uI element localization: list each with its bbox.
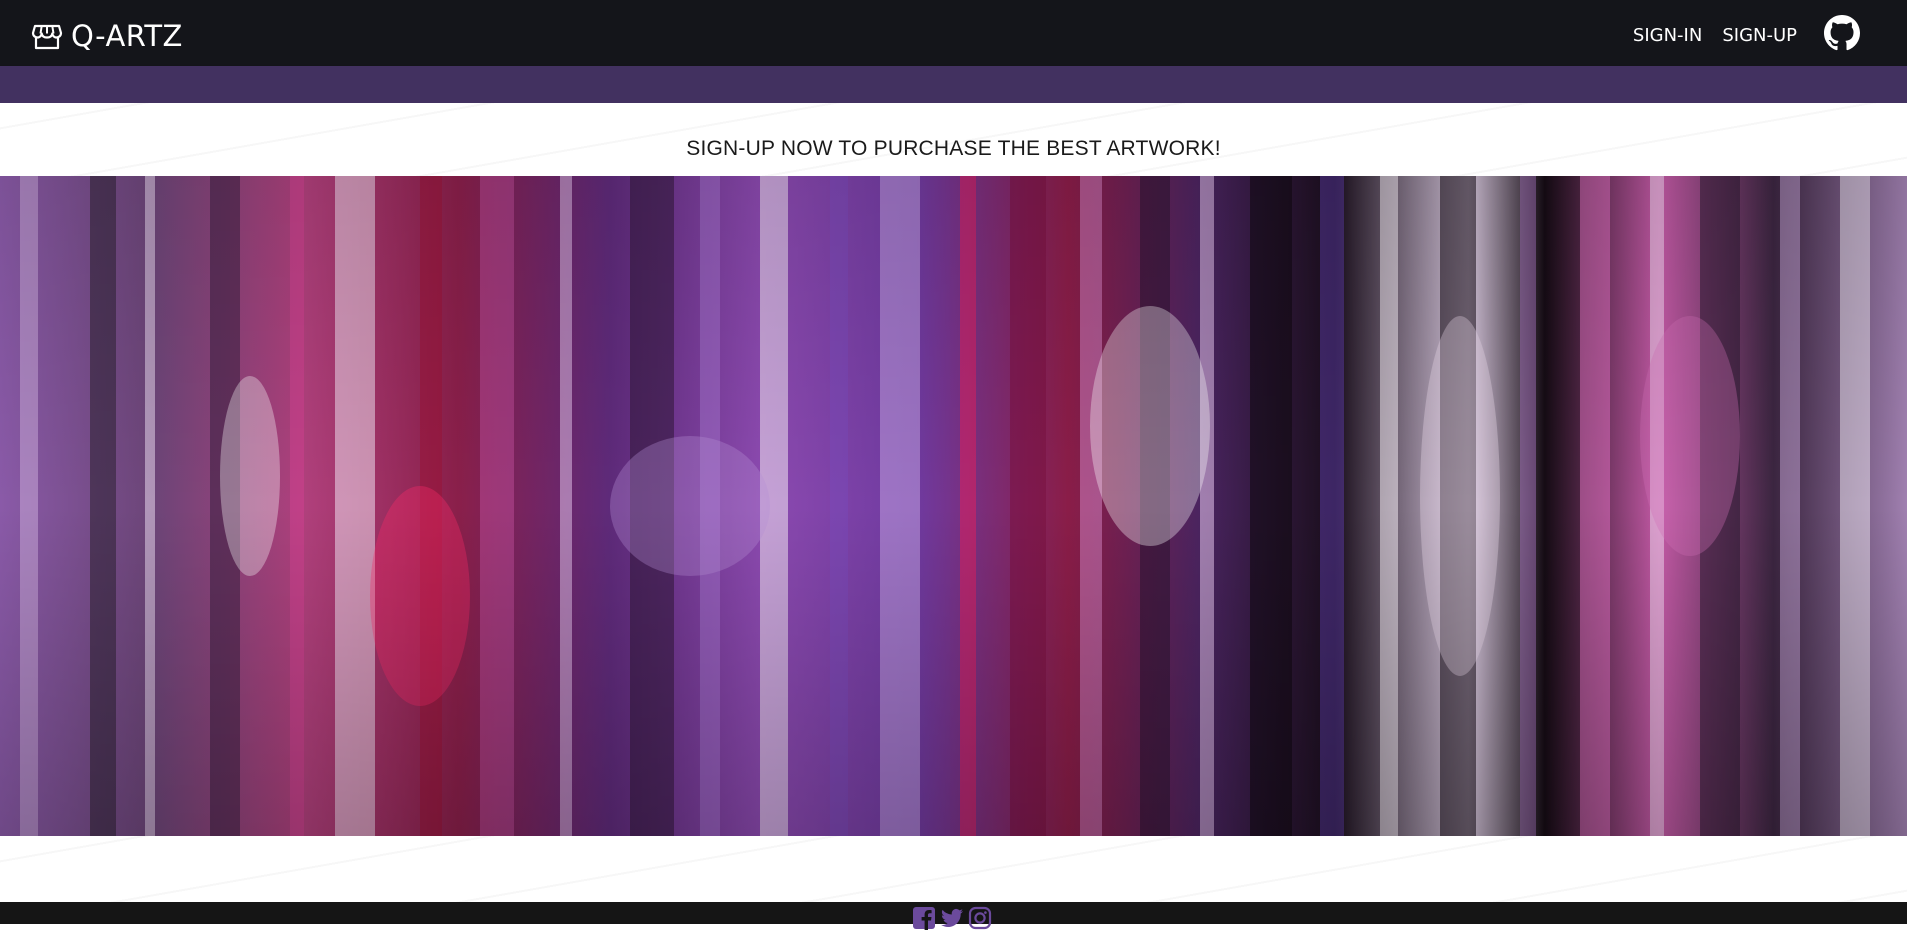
sign-up-link[interactable]: SIGN-UP: [1722, 25, 1797, 46]
social-links: [912, 906, 992, 930]
nav-links: SIGN-IN SIGN-UP: [1633, 25, 1797, 46]
accent-bar: [0, 66, 1907, 103]
brand-name: Q-ARTZ: [71, 19, 183, 53]
sign-in-link[interactable]: SIGN-IN: [1633, 25, 1702, 46]
github-icon[interactable]: [1824, 15, 1860, 51]
hero-artwork-image: [0, 176, 1907, 836]
signup-call-to-action: SIGN-UP NOW TO PURCHASE THE BEST ARTWORK…: [686, 137, 1221, 160]
pattern-background: [0, 836, 1907, 902]
footer: [0, 902, 1907, 930]
instagram-icon[interactable]: [968, 906, 992, 930]
navbar: Q-ARTZ SIGN-IN SIGN-UP: [0, 0, 1907, 66]
brand-link[interactable]: Q-ARTZ: [31, 18, 183, 54]
store-icon: [31, 20, 63, 52]
twitter-icon[interactable]: [940, 906, 964, 930]
facebook-icon[interactable]: [912, 906, 936, 930]
